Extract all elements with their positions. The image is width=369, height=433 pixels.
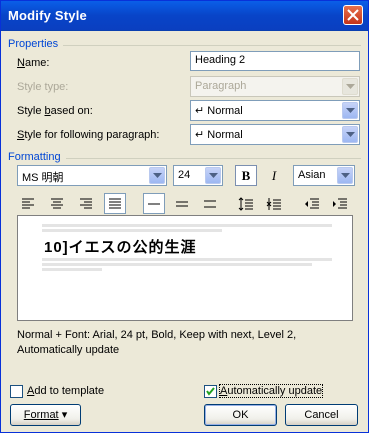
- caret-down-icon: ▾: [61, 409, 68, 421]
- preview-following-paragraph-line: [42, 258, 332, 261]
- one-half-spacing-button[interactable]: [171, 193, 193, 214]
- style-following-text: Normal: [207, 129, 243, 141]
- decrease-indent-button[interactable]: [301, 193, 323, 214]
- style-based-on-combo[interactable]: ↵ Normal: [190, 100, 360, 121]
- paragraph-style-icon: ↵: [195, 105, 208, 117]
- add-to-template-checkbox[interactable]: [10, 385, 23, 398]
- style-type-dropdown-arrow: [342, 78, 358, 95]
- increase-indent-button[interactable]: [329, 193, 351, 214]
- font-size-combo[interactable]: 24: [173, 165, 223, 186]
- style-preview: 10]イエスの公的生涯: [17, 215, 353, 321]
- style-following-dropdown-arrow[interactable]: [342, 126, 358, 143]
- auto-update-checkbox[interactable]: [204, 385, 217, 398]
- add-to-template-label[interactable]: Add to template: [27, 385, 104, 397]
- style-description: Normal + Font: Arial, 24 pt, Bold, Keep …: [17, 329, 297, 356]
- preview-previous-paragraph-line: [42, 229, 222, 232]
- preview-following-paragraph-line: [42, 268, 102, 271]
- preview-previous-paragraph-line: [42, 224, 332, 227]
- checkmark-icon: [206, 387, 215, 396]
- font-name-dropdown-arrow[interactable]: [149, 167, 165, 184]
- style-based-on-dropdown-arrow[interactable]: [342, 102, 358, 119]
- font-size-dropdown-arrow[interactable]: [205, 167, 221, 184]
- title-bar[interactable]: Modify Style: [1, 1, 368, 31]
- align-right-button[interactable]: [75, 193, 97, 214]
- align-center-icon: [51, 198, 63, 209]
- chevron-down-icon: [341, 173, 350, 178]
- font-size-value: 24: [178, 169, 191, 181]
- properties-section-label: Properties: [8, 38, 59, 50]
- style-following-value: ↵ Normal: [195, 128, 243, 141]
- italic-button[interactable]: I: [263, 165, 285, 186]
- auto-update-label[interactable]: Automatically update: [218, 384, 324, 398]
- align-left-button[interactable]: [17, 193, 39, 214]
- font-name-combo[interactable]: MS 明朝: [17, 165, 167, 186]
- one-half-spacing-icon: [176, 201, 188, 207]
- name-label: Name:: [17, 57, 50, 69]
- decrease-paragraph-spacing-button[interactable]: [263, 193, 285, 214]
- properties-divider: [63, 45, 361, 46]
- chevron-down-icon: [346, 108, 355, 113]
- style-type-value: Paragraph: [195, 80, 247, 92]
- chevron-down-icon: [153, 173, 162, 178]
- chevron-down-icon: [209, 173, 218, 178]
- formatting-section-label: Formatting: [8, 151, 61, 163]
- script-value: Asian: [298, 169, 326, 181]
- close-button[interactable]: [343, 5, 363, 25]
- modify-style-dialog: Modify Style Properties Name: Heading 2 …: [0, 0, 369, 433]
- justify-button[interactable]: [104, 193, 126, 214]
- single-spacing-icon: [148, 203, 160, 205]
- preview-sample-text: 10]イエスの公的生涯: [44, 239, 197, 256]
- double-spacing-icon: [204, 200, 216, 208]
- preview-following-paragraph-line: [42, 263, 312, 266]
- format-button-label: Format: [23, 409, 59, 421]
- chevron-down-icon: [346, 132, 355, 137]
- style-following-combo[interactable]: ↵ Normal: [190, 124, 360, 145]
- chevron-down-icon: [346, 84, 355, 89]
- script-combo[interactable]: Asian: [293, 165, 355, 186]
- style-following-label: Style for following paragraph:: [17, 129, 160, 141]
- format-button[interactable]: Format ▾: [10, 404, 81, 426]
- align-right-icon: [80, 198, 92, 209]
- decrease-indent-icon: [305, 198, 319, 209]
- name-label-rest: ame:: [24, 57, 50, 69]
- font-name-value: MS 明朝: [22, 172, 64, 184]
- align-left-icon: [22, 198, 34, 209]
- double-spacing-button[interactable]: [199, 193, 221, 214]
- increase-indent-icon: [333, 198, 347, 209]
- style-type-label: Style type:: [17, 81, 69, 93]
- name-field[interactable]: Heading 2: [190, 51, 360, 71]
- single-spacing-button[interactable]: [143, 193, 165, 214]
- cancel-button[interactable]: Cancel: [285, 404, 358, 426]
- increase-spacing-icon: [238, 197, 253, 211]
- ok-button[interactable]: OK: [204, 404, 277, 426]
- decrease-spacing-icon: [266, 198, 281, 210]
- bold-button[interactable]: B: [235, 165, 257, 186]
- formatting-divider: [66, 158, 361, 159]
- increase-paragraph-spacing-button[interactable]: [235, 193, 257, 214]
- paragraph-style-icon: ↵: [195, 129, 208, 141]
- style-based-on-text: Normal: [207, 105, 243, 117]
- align-center-button[interactable]: [46, 193, 68, 214]
- style-based-on-label: Style based on:: [17, 105, 93, 117]
- style-type-combo: Paragraph: [190, 76, 360, 97]
- close-icon: [347, 9, 359, 21]
- dialog-title: Modify Style: [8, 8, 87, 23]
- script-dropdown-arrow[interactable]: [337, 167, 353, 184]
- justify-icon: [109, 198, 121, 209]
- style-based-on-value: ↵ Normal: [195, 104, 243, 117]
